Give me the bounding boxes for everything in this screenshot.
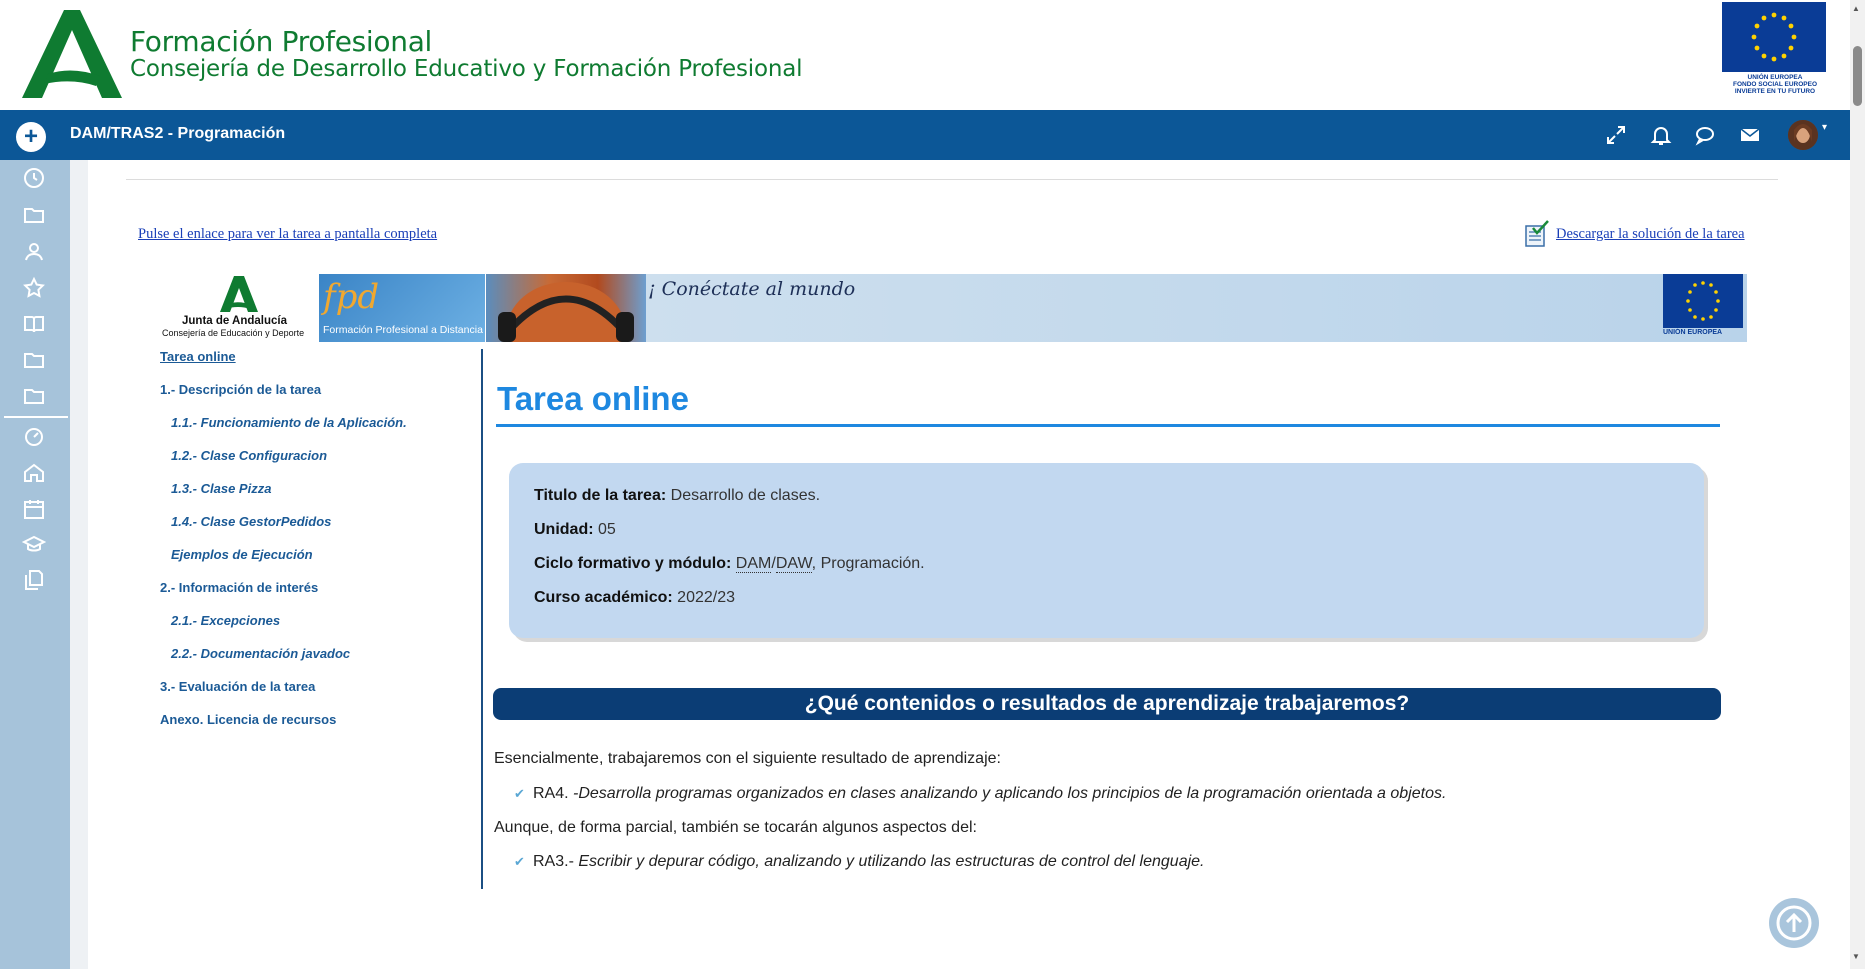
toc-item[interactable]: 3.- Evaluación de la tarea [160,679,315,694]
scroll-down-icon[interactable]: ▼ [1852,952,1860,961]
banner-photo [486,274,646,382]
info-unidad: Unidad: 05 [534,521,616,539]
full-screen-link[interactable]: Pulse el enlace para ver la tarea a pant… [138,226,437,243]
info-label: Titulo de la tarea: [534,487,667,504]
divider [126,179,1778,180]
toc-item[interactable]: Anexo. Licencia de recursos [160,712,336,727]
ra4-item: RA4. -Desarrolla programas organizados e… [533,785,1446,803]
headphones-photo-icon [498,282,634,382]
toc-divider [481,349,483,889]
toc-item[interactable]: 2.1.- Excepciones [171,613,280,628]
graduation-icon[interactable] [22,533,46,557]
info-value: 05 [593,521,616,538]
ra-text: -Desarrolla programas organizados en cla… [568,785,1447,802]
ra-code: RA4. [533,785,569,802]
toc-item[interactable]: 1.2.- Clase Configuracion [171,448,327,463]
junta-andalucia-logo-icon[interactable] [22,10,122,98]
eu-caption-line: INVIERTE EN TU FUTURO [1734,88,1816,95]
site-header: Formación Profesional Consejería de Desa… [0,0,1846,110]
junta-subtitle: Consejería de Educación y Deporte [162,328,305,338]
files-icon[interactable] [22,568,46,592]
info-titulo: Titulo de la tarea: Desarrollo de clases… [534,487,820,505]
eu-caption-line: UNIÓN EUROPEA [1747,74,1803,81]
chat-icon[interactable] [1693,123,1717,147]
check-icon: ✔ [514,786,525,801]
arrow-up-circle-icon [1776,905,1812,941]
abbr-dam[interactable]: DAM [735,555,772,573]
info-curso: Curso académico: 2022/23 [534,589,735,607]
add-button[interactable]: + [16,122,46,152]
folder-icon[interactable] [22,348,46,372]
info-ciclo: Ciclo formativo y módulo: DAM/DAW, Progr… [534,555,925,573]
info-value: , Programación. [811,555,925,572]
banner-slogan: ¡ Conéctate al mundo [648,278,856,300]
eu-caption: UNIÓN EUROPEA FONDO SOCIAL EUROPEO INVIE… [1716,74,1834,95]
eu-flag-icon [1722,2,1826,72]
download-checklist-icon[interactable] [1524,220,1550,248]
ra-text: Escribir y depurar código, analizando y … [573,853,1205,870]
svg-text:fpd: fpd [320,277,379,317]
section-heading: ¿Qué contenidos o resultados de aprendiz… [493,688,1721,720]
book-icon[interactable] [22,312,46,336]
eu-caption-line: FONDO SOCIAL EUROPEO [1732,81,1818,88]
info-value: Desarrollo de clases. [666,487,821,504]
toc-item[interactable]: 1.1.- Funcionamiento de la Aplicación. [171,415,407,430]
page-title: Tarea online [497,380,689,417]
toc-item[interactable]: 2.2.- Documentación javadoc [171,646,350,661]
check-icon: ✔ [514,854,525,869]
rail-divider [4,416,68,418]
info-label: Curso académico: [534,589,673,606]
fpd-caption: Formación Profesional a Distancia [323,324,483,336]
user-menu-caret-icon[interactable]: ▾ [1822,122,1827,133]
left-rail [0,160,70,969]
ra3-item: RA3.- Escribir y depurar código, analiza… [533,853,1204,871]
course-title[interactable]: DAM/TRAS2 - Programación [70,125,285,143]
folder-icon[interactable] [22,384,46,408]
scroll-up-icon[interactable]: ▲ [1852,4,1860,13]
download-solution-link[interactable]: Descargar la solución de la tarea [1556,226,1745,243]
info-label: Unidad: [534,521,594,538]
abbr-daw[interactable]: DAW [775,555,812,573]
dashboard-icon[interactable] [22,424,46,448]
user-photo-icon [1788,120,1818,150]
scrollbar-thumb[interactable] [1853,46,1862,106]
eu-flag-small-icon [1663,274,1743,328]
calendar-icon[interactable] [22,497,46,521]
intro-paragraph: Esencialmente, trabajaremos con el sigui… [494,750,1001,767]
toc-item[interactable]: 1.3.- Clase Pizza [171,481,271,496]
back-to-top-button[interactable] [1769,898,1819,948]
brand-subtitle: Consejería de Desarrollo Educativo y For… [130,56,803,82]
brand-title: Formación Profesional [130,25,433,58]
avatar[interactable] [1788,120,1818,150]
folder-icon[interactable] [22,203,46,227]
eu-banner-caption: UNIÓN EUROPEA [1663,329,1723,336]
toc-item-tarea-online[interactable]: Tarea online [160,349,236,364]
toc-item[interactable]: Ejemplos de Ejecución [171,547,313,562]
title-underline [496,424,1720,427]
scrollbar[interactable] [1850,0,1865,969]
top-navbar: + DAM/TRAS2 - Programación ▾ [0,110,1850,160]
users-icon[interactable] [22,240,46,264]
fpd-logo-icon: fpd [320,277,379,317]
home-icon[interactable] [22,461,46,485]
ra-code: RA3.- [533,853,574,870]
toc-item[interactable]: 2.- Información de interés [160,580,318,595]
star-icon[interactable] [22,276,46,300]
partial-paragraph: Aunque, de forma parcial, también se toc… [494,819,977,836]
toc-item[interactable]: 1.4.- Clase GestorPedidos [171,514,331,529]
rail-gutter [70,160,88,969]
bell-icon[interactable] [1649,123,1673,147]
clock-icon[interactable] [22,166,46,190]
info-value: 2022/23 [672,589,735,606]
envelope-icon[interactable] [1738,123,1762,147]
junta-name: Junta de Andalucía [182,315,288,327]
toc-item[interactable]: 1.- Descripción de la tarea [160,382,321,397]
course-banner: Junta de Andalucía Consejería de Educaci… [160,274,1747,382]
fullscreen-icon[interactable] [1604,123,1628,147]
info-label: Ciclo formativo y módulo: [534,555,732,572]
